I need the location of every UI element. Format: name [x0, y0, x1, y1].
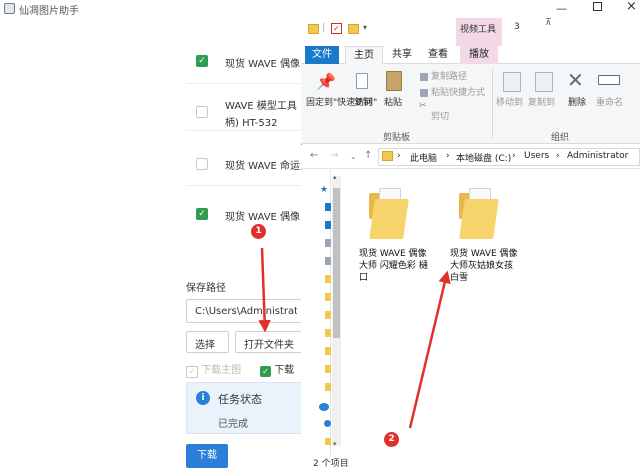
- annotation-arrow-2: [408, 270, 451, 429]
- annotation-overlay: [258, 247, 451, 429]
- annotation-badge-2: 2: [384, 432, 399, 447]
- annotation-arrow-1: [258, 247, 271, 333]
- annotation-badge-1: 1: [251, 224, 266, 239]
